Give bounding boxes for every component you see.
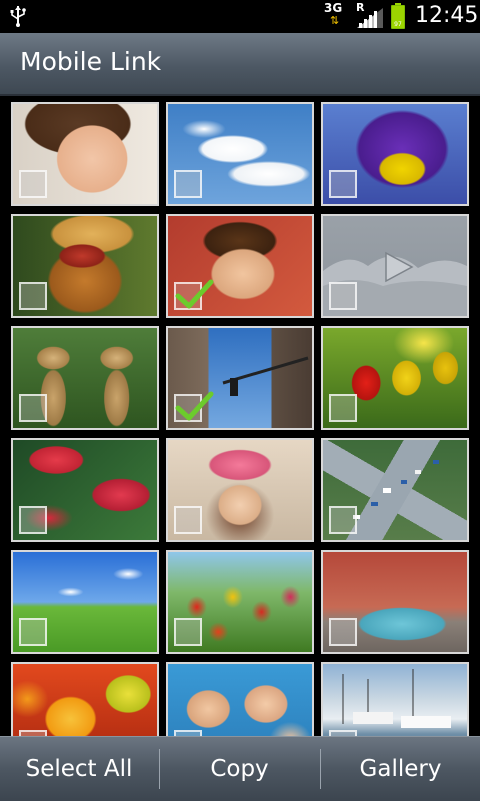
thumbnail-grid[interactable]	[0, 96, 480, 736]
kids-faces-photo	[168, 664, 312, 736]
page-title: Mobile Link	[20, 47, 162, 76]
thumbnail-12[interactable]	[11, 550, 159, 654]
gallery-button[interactable]: Gallery	[321, 737, 480, 801]
checkmark-icon	[175, 279, 214, 309]
clock-time: 12:45	[415, 3, 479, 28]
harbor-boats-photo	[323, 664, 467, 736]
select-checkbox[interactable]	[174, 391, 214, 422]
select-all-button[interactable]: Select All	[0, 737, 158, 801]
select-checkbox[interactable]	[329, 282, 357, 310]
thumbnail-3[interactable]	[11, 214, 159, 318]
select-checkbox[interactable]	[174, 170, 202, 198]
data-arrows-icon: ⇅	[330, 14, 340, 27]
thumbnail-9[interactable]	[11, 438, 159, 542]
select-checkbox[interactable]	[329, 394, 357, 422]
network-type-label: 3G	[324, 1, 343, 15]
battery-level-label: 97	[394, 21, 402, 28]
thumbnail-8[interactable]	[321, 326, 469, 430]
select-checkbox[interactable]	[174, 279, 214, 310]
thumbnail-11[interactable]	[321, 438, 469, 542]
select-checkbox[interactable]	[329, 170, 357, 198]
copy-button[interactable]: Copy	[160, 737, 319, 801]
thumbnail-1[interactable]	[166, 102, 314, 206]
thumbnail-4[interactable]	[166, 214, 314, 318]
usb-icon	[10, 6, 26, 27]
select-checkbox[interactable]	[174, 506, 202, 534]
thumbnail-2[interactable]	[321, 102, 469, 206]
thumbnail-0[interactable]	[11, 102, 159, 206]
thumbnail-14[interactable]	[321, 550, 469, 654]
thumbnail-5[interactable]	[321, 214, 469, 318]
select-checkbox[interactable]	[329, 618, 357, 646]
thumbnail-13[interactable]	[166, 550, 314, 654]
thumbnail-17[interactable]	[321, 662, 469, 736]
select-checkbox[interactable]	[19, 394, 47, 422]
signal-icon	[357, 8, 383, 28]
thumbnail-7[interactable]	[166, 326, 314, 430]
select-checkbox[interactable]	[19, 618, 47, 646]
select-checkbox[interactable]	[329, 506, 357, 534]
thumbnail-6[interactable]	[11, 326, 159, 430]
battery-icon: 97	[391, 3, 405, 29]
select-checkbox[interactable]	[19, 170, 47, 198]
bottom-action-bar: Select All Copy Gallery	[0, 736, 480, 801]
select-checkbox[interactable]	[19, 282, 47, 310]
thumbnail-10[interactable]	[166, 438, 314, 542]
select-checkbox[interactable]	[19, 506, 47, 534]
play-icon	[385, 251, 414, 283]
status-bar: 3G ⇅ R 97 12:45	[0, 0, 480, 33]
thumbnail-16[interactable]	[166, 662, 314, 736]
fruits-photo	[13, 664, 157, 736]
checkmark-icon	[175, 391, 214, 421]
title-bar: Mobile Link	[0, 33, 480, 96]
thumbnail-15[interactable]	[11, 662, 159, 736]
select-checkbox[interactable]	[174, 618, 202, 646]
